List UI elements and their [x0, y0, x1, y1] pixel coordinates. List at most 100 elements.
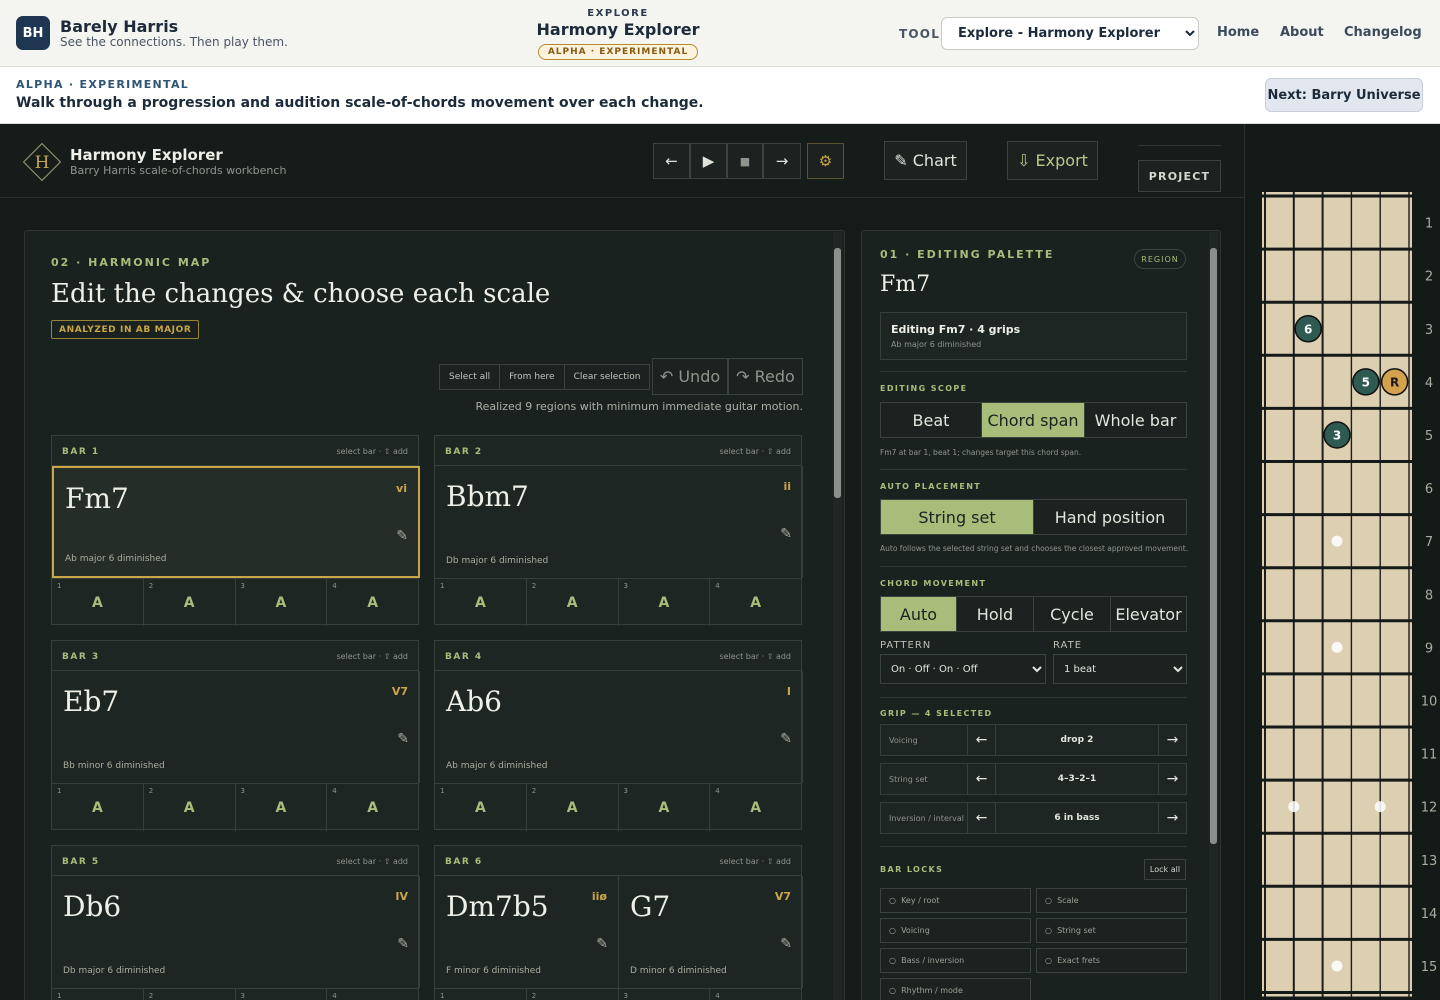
next-tool-button[interactable]: Next: Barry Universe — [1265, 78, 1423, 112]
select-bar-link[interactable]: select bar · ⇧ add — [336, 857, 408, 866]
beat-cell[interactable]: 4A — [710, 784, 801, 831]
beat-cell[interactable]: 2A — [527, 989, 619, 1000]
tool-select[interactable]: Explore - Harmony Explorer — [941, 17, 1199, 50]
nav-changelog-link[interactable]: Changelog — [1344, 25, 1422, 40]
bar-lock-toggle[interactable]: ○ Scale — [1036, 888, 1187, 913]
beat-cell[interactable]: 4A — [710, 579, 801, 626]
select-bar-link[interactable]: select bar · ⇧ add — [336, 447, 408, 456]
region-badge[interactable]: REGION — [1134, 249, 1186, 269]
beat-cell[interactable]: 2A — [527, 784, 619, 831]
scope-whole-bar-option[interactable]: Whole bar — [1085, 403, 1186, 437]
clear-selection-button[interactable]: Clear selection — [565, 365, 650, 389]
fretboard-note-marker[interactable]: 6 — [1294, 315, 1322, 343]
pattern-select[interactable]: On · Off · On · Off — [880, 654, 1046, 684]
beat-cell[interactable]: 2A — [527, 579, 619, 626]
beat-cell[interactable]: 3A — [619, 989, 711, 1000]
beat-cell[interactable]: 2A — [144, 989, 236, 1000]
edit-pencil-icon[interactable]: ✎ — [397, 936, 409, 952]
arrow-right-icon[interactable]: → — [1158, 803, 1186, 833]
edit-pencil-icon[interactable]: ✎ — [596, 936, 608, 952]
next-button[interactable]: → — [763, 143, 801, 179]
beat-cell[interactable]: 1A — [52, 989, 144, 1000]
beat-cell[interactable]: 2A — [144, 784, 236, 831]
bar-lock-toggle[interactable]: ○ Voicing — [880, 918, 1031, 943]
palette-scrollbar-thumb[interactable] — [1210, 248, 1217, 844]
brand-name[interactable]: Barely Harris — [60, 17, 178, 36]
beat-cell[interactable]: 2A — [144, 579, 236, 626]
edit-pencil-icon[interactable]: ✎ — [780, 731, 792, 747]
placement-hand-position-option[interactable]: Hand position — [1034, 500, 1186, 534]
bar-lock-toggle[interactable]: ○ Bass / inversion — [880, 948, 1031, 973]
beat-cell[interactable]: 1A — [52, 784, 144, 831]
beat-cell[interactable]: 1A — [435, 989, 527, 1000]
fretboard-note-marker[interactable]: 5 — [1352, 368, 1380, 396]
nav-about-link[interactable]: About — [1280, 25, 1324, 40]
beat-cell[interactable]: 3A — [236, 579, 328, 626]
arrow-right-icon[interactable]: → — [1158, 764, 1186, 794]
beat-cell[interactable]: 3A — [236, 784, 328, 831]
project-button[interactable]: PROJECT — [1138, 160, 1221, 192]
undo-button[interactable]: ↶ Undo — [652, 358, 728, 395]
bar-card[interactable]: BAR 6 select bar · ⇧ add Dm7b5 iiø ✎ F minor … — [434, 845, 803, 1000]
edit-pencil-icon[interactable]: ✎ — [780, 936, 792, 952]
chord-cell[interactable]: Bbm7 ii ✎ Db major 6 diminished — [435, 466, 803, 578]
redo-button[interactable]: ↷ Redo — [728, 358, 803, 395]
lock-all-button[interactable]: Lock all — [1144, 859, 1186, 880]
bar-lock-toggle[interactable]: ○ Key / root — [880, 888, 1031, 913]
arrow-left-icon[interactable]: ← — [968, 764, 996, 794]
bar-lock-toggle[interactable]: ○ Rhythm / mode — [880, 978, 1031, 1000]
play-button[interactable]: ▶ — [690, 143, 727, 179]
beat-cell[interactable]: 4A — [327, 784, 418, 831]
chord-cell[interactable]: Ab6 I ✎ Ab major 6 diminished — [435, 671, 803, 783]
from-here-button[interactable]: From here — [500, 365, 565, 389]
arrow-left-icon[interactable]: ← — [968, 803, 996, 833]
settings-gear-icon[interactable]: ⚙ — [807, 143, 844, 179]
beat-cell[interactable]: 3A — [619, 579, 711, 626]
beat-cell[interactable]: 1A — [435, 784, 527, 831]
movement-cycle-option[interactable]: Cycle — [1034, 597, 1111, 631]
chord-cell[interactable]: Fm7 vi ✎ Ab major 6 diminished — [52, 466, 420, 578]
brand-logo[interactable]: BH — [16, 16, 50, 50]
beat-cell[interactable]: 4A — [327, 989, 418, 1000]
scope-beat-option[interactable]: Beat — [881, 403, 982, 437]
nav-home-link[interactable]: Home — [1217, 25, 1259, 40]
beat-cell[interactable]: 3A — [236, 989, 328, 1000]
select-bar-link[interactable]: select bar · ⇧ add — [719, 857, 791, 866]
arrow-right-icon[interactable]: → — [1158, 725, 1186, 755]
select-all-button[interactable]: Select all — [440, 365, 501, 389]
bar-card[interactable]: BAR 1 select bar · ⇧ add Fm7 vi ✎ Ab major 6 … — [51, 435, 420, 626]
fretboard-note-marker[interactable]: 3 — [1323, 421, 1351, 449]
map-scrollbar-thumb[interactable] — [834, 248, 841, 498]
bar-card[interactable]: BAR 5 select bar · ⇧ add Db6 IV ✎ Db major 6 … — [51, 845, 420, 1000]
fretboard[interactable]: 12345678910111213141565 R3 — [1245, 124, 1440, 1000]
movement-elevator-option[interactable]: Elevator — [1111, 597, 1186, 631]
beat-cell[interactable]: 1A — [52, 579, 144, 626]
select-bar-link[interactable]: select bar · ⇧ add — [719, 447, 791, 456]
previous-button[interactable]: ← — [653, 143, 690, 179]
beat-cell[interactable]: 3A — [619, 784, 711, 831]
beat-cell[interactable]: 4A — [327, 579, 418, 626]
fretboard-note-marker[interactable]: R — [1380, 368, 1409, 396]
arrow-left-icon[interactable]: ← — [968, 725, 996, 755]
export-button[interactable]: ⇩ Export — [1007, 141, 1098, 180]
chord-cell[interactable]: G7 V7 ✎ D minor 6 diminished — [619, 876, 803, 988]
beat-cell[interactable]: 4A — [710, 989, 801, 1000]
bar-card[interactable]: BAR 4 select bar · ⇧ add Ab6 I ✎ Ab major 6 d… — [434, 640, 803, 831]
bar-lock-toggle[interactable]: ○ Exact frets — [1036, 948, 1187, 973]
edit-pencil-icon[interactable]: ✎ — [396, 528, 408, 544]
scope-chord-span-option[interactable]: Chord span — [982, 403, 1085, 437]
chord-cell[interactable]: Dm7b5 iiø ✎ F minor 6 diminished — [435, 876, 619, 988]
chord-cell[interactable]: Db6 IV ✎ Db major 6 diminished — [52, 876, 420, 988]
movement-hold-option[interactable]: Hold — [957, 597, 1034, 631]
select-bar-link[interactable]: select bar · ⇧ add — [336, 652, 408, 661]
edit-pencil-icon[interactable]: ✎ — [780, 526, 792, 542]
select-bar-link[interactable]: select bar · ⇧ add — [719, 652, 791, 661]
beat-cell[interactable]: 1A — [435, 579, 527, 626]
chord-cell[interactable]: Eb7 V7 ✎ Bb minor 6 diminished — [52, 671, 420, 783]
bar-card[interactable]: BAR 2 select bar · ⇧ add Bbm7 ii ✎ Db major 6… — [434, 435, 803, 626]
stop-button[interactable]: ■ — [727, 143, 763, 179]
bar-card[interactable]: BAR 3 select bar · ⇧ add Eb7 V7 ✎ Bb minor 6 … — [51, 640, 420, 831]
bar-lock-toggle[interactable]: ○ String set — [1036, 918, 1187, 943]
rate-select[interactable]: 1 beat — [1053, 654, 1187, 684]
edit-pencil-icon[interactable]: ✎ — [397, 731, 409, 747]
